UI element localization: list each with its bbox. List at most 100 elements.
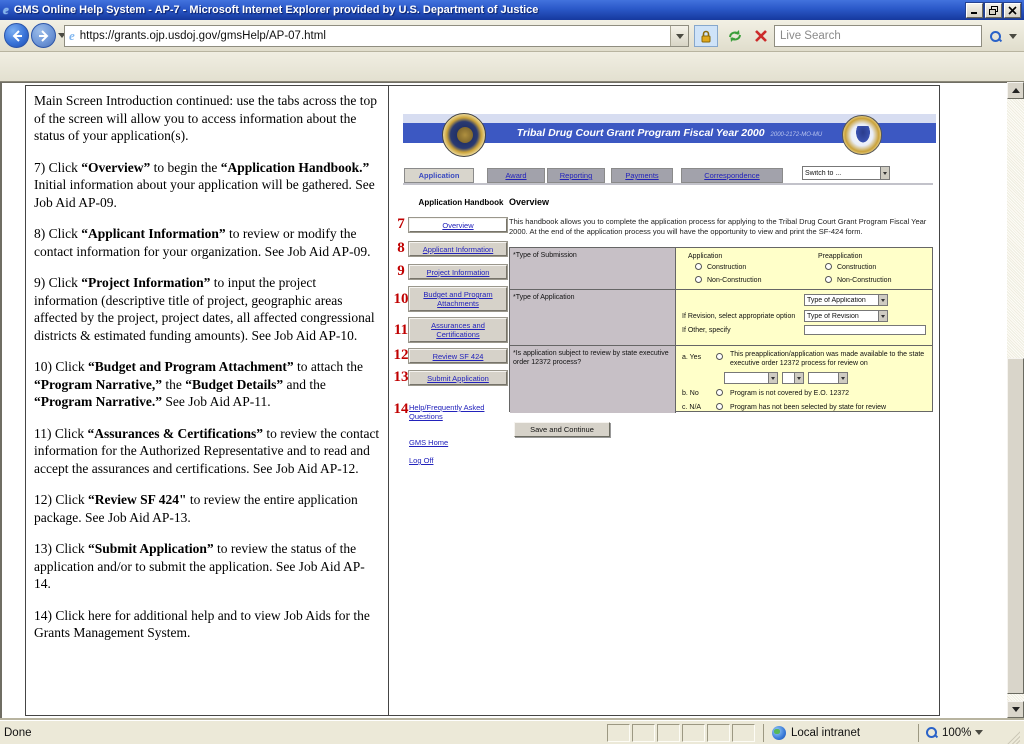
dropdown-arrow-icon[interactable]: [878, 295, 887, 305]
app-tab-payments[interactable]: Payments: [611, 168, 673, 183]
link-help-faq[interactable]: Help/Frequently Asked Questions: [409, 403, 504, 421]
vertical-scrollbar[interactable]: [1007, 82, 1024, 718]
app-tab-application[interactable]: Application: [404, 168, 474, 183]
radio-app-construction[interactable]: [695, 263, 702, 270]
review-date-select-2[interactable]: [782, 372, 804, 384]
resize-grip[interactable]: [1006, 730, 1020, 744]
zoom-dropdown-arrow[interactable]: [975, 730, 984, 735]
dropdown-arrow-icon[interactable]: [794, 373, 803, 383]
dropdown-arrow-icon[interactable]: [768, 373, 777, 383]
banner-title: Tribal Drug Court Grant Program Fiscal Y…: [481, 123, 858, 143]
sidebar-button-applicant-information[interactable]: Applicant Information: [409, 242, 507, 256]
app-tab-award[interactable]: Award: [487, 168, 545, 183]
status-segment: [657, 723, 680, 742]
eagle-seal-icon: [842, 115, 882, 155]
help-paragraph: Main Screen Introduction continued: use …: [34, 93, 378, 143]
status-segment: [682, 723, 705, 742]
sidebar-button-submit-application[interactable]: Submit Application: [409, 371, 507, 385]
back-button[interactable]: [4, 23, 29, 48]
app-tab-reporting[interactable]: Reporting: [547, 168, 605, 183]
address-dropdown-button[interactable]: [670, 26, 688, 46]
dropdown-arrow-icon[interactable]: [838, 373, 847, 383]
back-arrow-icon: [12, 29, 22, 42]
radio-12372-no[interactable]: [716, 389, 723, 396]
search-dropdown[interactable]: [1006, 25, 1020, 47]
review-date-select-3[interactable]: [808, 372, 848, 384]
help-text-column: Main Screen Introduction continued: use …: [26, 86, 389, 715]
radio-preapp-non-construction[interactable]: [825, 276, 832, 283]
dropdown-arrow-icon[interactable]: [880, 167, 889, 179]
address-field[interactable]: https://grants.ojp.usdoj.gov/gmsHelp/AP-…: [64, 25, 689, 47]
status-segment: [732, 723, 755, 742]
type-of-application-select[interactable]: Type of Application: [804, 294, 888, 306]
forward-button[interactable]: [31, 23, 56, 48]
zoom-icon: [925, 726, 938, 739]
minimize-button[interactable]: [965, 1, 984, 19]
option-b-text: Program is not covered by E.O. 12372: [730, 390, 850, 397]
search-icon: [989, 30, 1002, 43]
refresh-button[interactable]: [722, 25, 747, 47]
help-paragraph: 10) Click “Budget and Program Attachment…: [34, 359, 363, 409]
row-label: *Type of Submission: [510, 248, 676, 289]
form-row-12372-review: *Is application subject to review by sta…: [510, 345, 932, 413]
switch-to-select[interactable]: Switch to ...: [802, 166, 890, 180]
scroll-down-button[interactable]: [1007, 701, 1024, 718]
option-b-key: b. No: [682, 390, 699, 397]
globe-icon: [772, 725, 786, 740]
help-paragraph: 8) Click “Applicant Information” to revi…: [34, 226, 371, 259]
type-of-revision-select[interactable]: Type of Revision: [804, 310, 888, 322]
sidebar-button-assurances[interactable]: Assurances and Certifications: [409, 318, 507, 342]
radio-label: Construction: [707, 264, 747, 271]
lock-icon: [701, 30, 711, 42]
callout-number-10: 10: [393, 291, 409, 307]
radio-12372-yes[interactable]: [716, 353, 723, 360]
help-paragraph: 12) Click “Review SF 424" to review the …: [34, 492, 358, 525]
status-segment: [632, 723, 655, 742]
close-button[interactable]: [1003, 1, 1022, 19]
zoom-control[interactable]: 100%: [918, 723, 1006, 742]
security-lock-button[interactable]: [694, 25, 718, 47]
review-date-select-1[interactable]: [724, 372, 778, 384]
link-log-off[interactable]: Log Off: [409, 456, 504, 465]
form-row-type-of-submission: *Type of Submission Application Preappli…: [510, 248, 932, 289]
gms-screenshot: Tribal Drug Court Grant Program Fiscal Y…: [394, 107, 938, 479]
search-button[interactable]: [984, 25, 1006, 47]
doj-seal-icon: [442, 113, 486, 157]
sidebar-button-review-sf424[interactable]: Review SF 424: [409, 349, 507, 363]
sidebar-button-budget-attachments[interactable]: Budget and Program Attachments: [409, 287, 507, 311]
link-gms-home[interactable]: GMS Home: [409, 438, 504, 447]
other-specify-input[interactable]: [804, 325, 926, 335]
form-row-type-of-application: *Type of Application Type of Application…: [510, 289, 932, 345]
option-a-key: a. Yes: [682, 354, 702, 361]
save-and-continue-button[interactable]: Save and Continue: [514, 422, 610, 437]
sidebar-button-overview[interactable]: Overview: [409, 218, 507, 232]
overview-intro: This handbook allows you to complete the…: [509, 217, 927, 236]
stop-button[interactable]: [750, 25, 772, 47]
radio-preapp-construction[interactable]: [825, 263, 832, 270]
tab-underline: [403, 183, 933, 185]
app-tab-correspondence[interactable]: Correspondence: [681, 168, 783, 183]
title-bar: GMS Online Help System - AP-7 - Microsof…: [0, 0, 1024, 20]
dropdown-arrow-icon[interactable]: [878, 311, 887, 321]
status-text: Done: [4, 726, 32, 739]
preapplication-column-header: Preapplication: [818, 253, 863, 260]
help-image-column: Tribal Drug Court Grant Program Fiscal Y…: [390, 86, 939, 715]
zoom-level: 100%: [942, 726, 972, 739]
callout-number-13: 13: [393, 369, 409, 385]
security-zone: Local intranet: [763, 723, 918, 742]
other-hint: If Other, specify: [682, 327, 731, 334]
callout-number-7: 7: [397, 216, 405, 232]
option-c-text: Program has not been selected by state f…: [730, 404, 887, 411]
sidebar-button-project-information[interactable]: Project Information: [409, 265, 507, 279]
restore-button[interactable]: [984, 1, 1003, 19]
refresh-icon: [728, 30, 741, 42]
scrollbar-thumb[interactable]: [1007, 358, 1024, 694]
radio-12372-na[interactable]: [716, 403, 723, 410]
radio-app-non-construction[interactable]: [695, 276, 702, 283]
scroll-up-button[interactable]: [1007, 82, 1024, 99]
tab-bar: Grants.gov GMS Online Help System ... Pa…: [0, 52, 1024, 134]
zone-label: Local intranet: [791, 726, 861, 739]
search-input[interactable]: Live Search: [774, 25, 982, 47]
help-paragraph: 7) Click “Overview” to begin the “Applic…: [34, 159, 375, 210]
stop-x-icon: [755, 30, 767, 42]
